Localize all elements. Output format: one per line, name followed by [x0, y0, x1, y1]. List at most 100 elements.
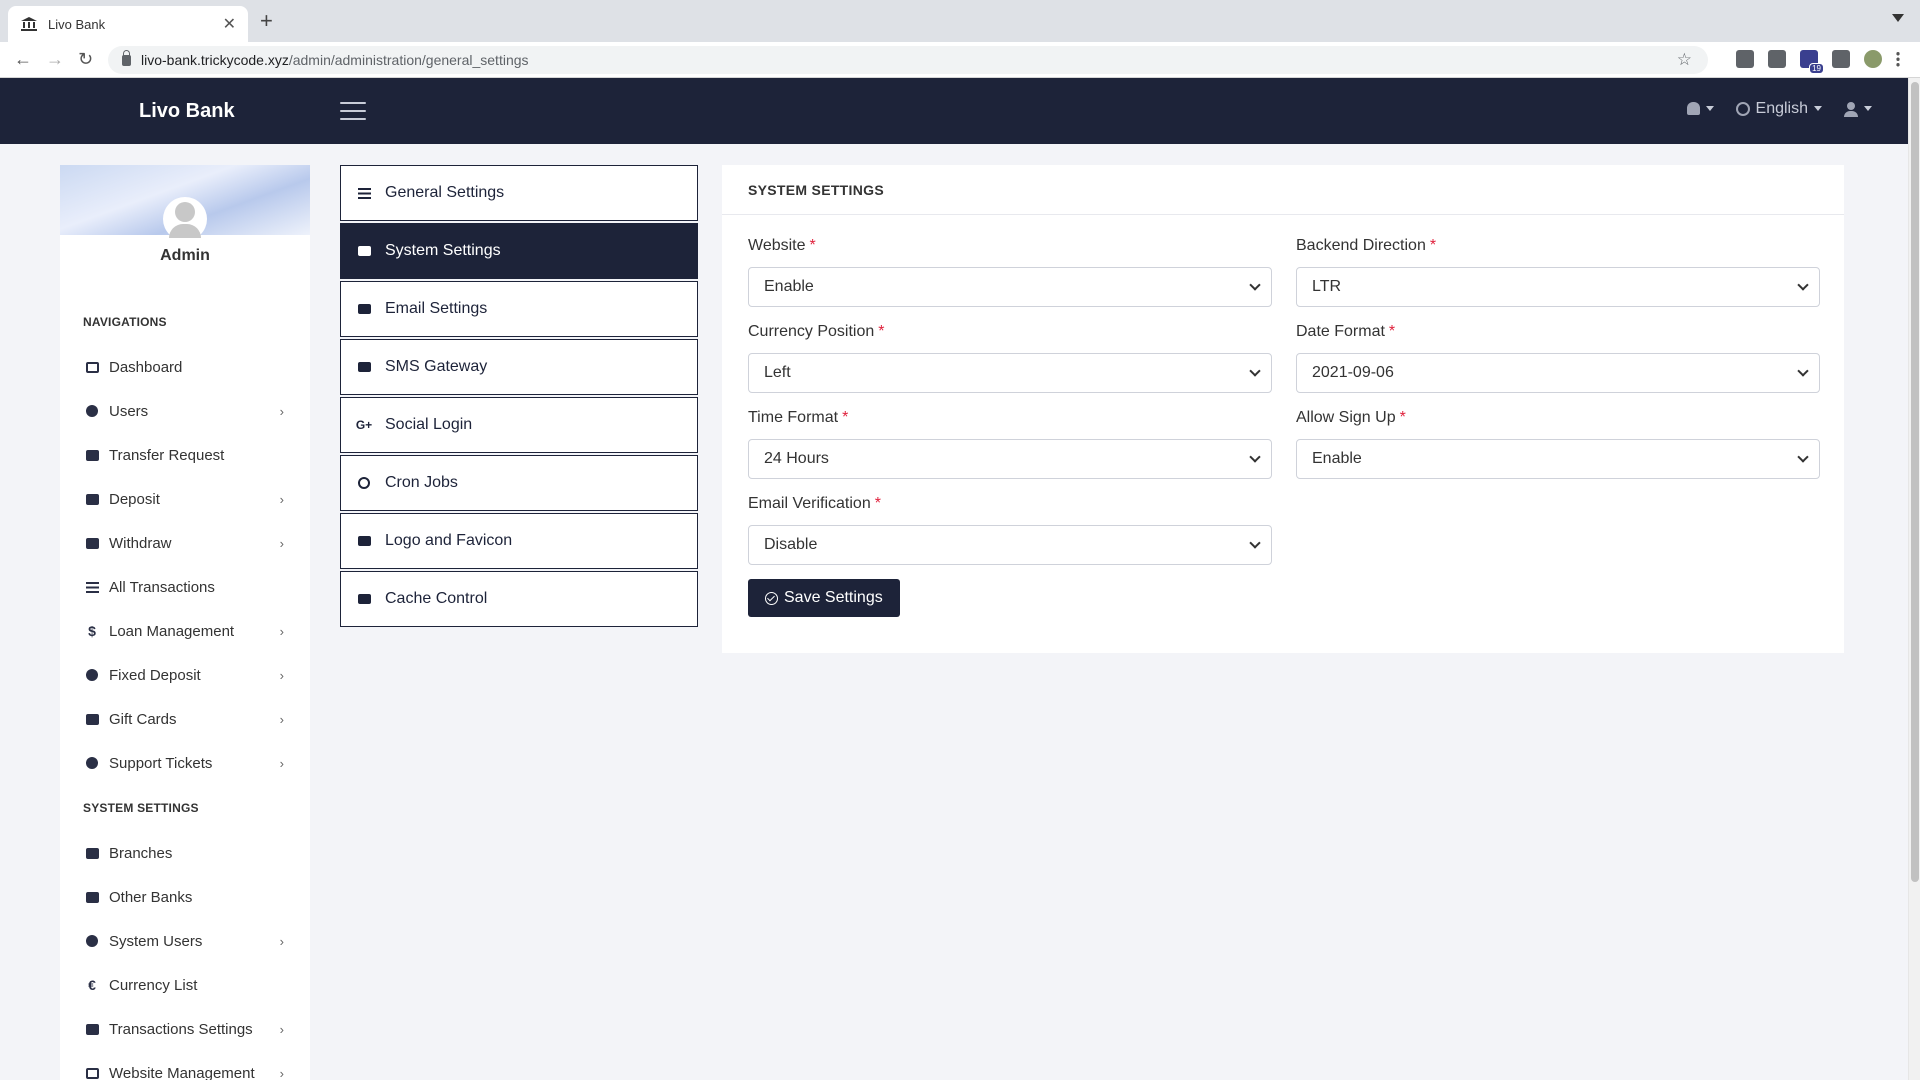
puzzle-extensions-icon[interactable] — [1832, 50, 1850, 68]
settings-tab-cache-control[interactable]: Cache Control — [340, 571, 698, 627]
sidebar-item-label: Branches — [109, 844, 173, 862]
chevron-down-icon — [1797, 451, 1809, 463]
backend-direction-select[interactable]: LTR — [1296, 267, 1820, 307]
reload-icon[interactable]: ↻ — [78, 50, 93, 68]
settings-tab-cron-jobs[interactable]: Cron Jobs — [340, 455, 698, 511]
brand-title[interactable]: Livo Bank — [139, 100, 235, 123]
chevron-down-icon — [1249, 279, 1261, 291]
currency-position-field: Currency Position * Left — [748, 323, 1272, 393]
sidebar-item-system-users[interactable]: System Users › — [60, 919, 310, 963]
sidebar-item-branches[interactable]: Branches — [60, 831, 310, 875]
nav-section-heading: NAVIGATIONS — [83, 315, 167, 329]
sidebar-item-label: Fixed Deposit — [109, 666, 201, 684]
plus-square-icon — [85, 493, 99, 505]
check-circle-icon — [765, 591, 778, 605]
sidebar-item-currency-list[interactable]: € Currency List — [60, 963, 310, 1007]
website-select[interactable]: Enable — [748, 267, 1272, 307]
sidebar-item-label: Users — [109, 402, 149, 420]
sidebar-item-withdraw[interactable]: Withdraw › — [60, 521, 310, 565]
required-mark: * — [874, 495, 881, 512]
support-icon — [85, 757, 99, 769]
sidebar-item-transactions-settings[interactable]: Transactions Settings › — [60, 1007, 310, 1051]
sidebar-item-website-management[interactable]: Website Management › — [60, 1051, 310, 1080]
browser-tabbar: Livo Bank ✕ + — [0, 0, 1920, 42]
scrollbar-thumb[interactable] — [1911, 82, 1919, 882]
lock-icon — [122, 49, 131, 66]
back-icon[interactable]: ← — [14, 50, 32, 68]
page-scrollbar[interactable] — [1908, 78, 1920, 1080]
card-title: SYSTEM SETTINGS — [722, 165, 1844, 215]
desktop-icon — [85, 1067, 99, 1079]
forward-icon[interactable]: → — [46, 50, 64, 68]
browser-tab[interactable]: Livo Bank ✕ — [8, 6, 248, 42]
date-format-value: 2021-09-06 — [1312, 364, 1394, 381]
allow-signup-field: Allow Sign Up * Enable — [1296, 409, 1820, 479]
date-format-label: Date Format — [1296, 323, 1385, 340]
time-format-value: 24 Hours — [764, 450, 829, 467]
admin-name: Admin — [160, 247, 210, 264]
user-dropdown[interactable] — [1844, 100, 1872, 118]
sidebar-item-label: All Transactions — [109, 578, 215, 596]
settings-tab-system-settings[interactable]: System Settings — [340, 223, 698, 279]
settings-tab-label: Cron Jobs — [385, 474, 458, 491]
chevron-down-icon — [1797, 279, 1809, 291]
close-tab-icon[interactable]: ✕ — [223, 14, 236, 34]
globe-icon — [1735, 101, 1750, 116]
camera-extension-icon[interactable] — [1736, 50, 1754, 68]
sidebar-item-gift-cards[interactable]: Gift Cards › — [60, 697, 310, 741]
shield-extension-icon[interactable] — [1800, 50, 1824, 74]
email-verification-field: Email Verification * Disable — [748, 495, 1272, 565]
sidebar-item-support-tickets[interactable]: Support Tickets › — [60, 741, 310, 785]
settings-tab-general-settings[interactable]: General Settings — [340, 165, 698, 221]
browser-menu-icon[interactable] — [1896, 51, 1900, 67]
currency-position-select[interactable]: Left — [748, 353, 1272, 393]
sidebar-item-loan-management[interactable]: $ Loan Management › — [60, 609, 310, 653]
bookmark-star-icon[interactable]: ☆ — [1677, 50, 1692, 70]
allow-signup-select[interactable]: Enable — [1296, 439, 1820, 479]
sidebar-item-label: Gift Cards — [109, 710, 177, 728]
new-tab-icon[interactable]: + — [260, 10, 273, 32]
sidebar-item-other-banks[interactable]: Other Banks — [60, 875, 310, 919]
backend-direction-label: Backend Direction — [1296, 237, 1426, 254]
sidebar-item-deposit[interactable]: Deposit › — [60, 477, 310, 521]
allow-signup-value: Enable — [1312, 450, 1362, 467]
required-mark: * — [1429, 237, 1437, 254]
language-dropdown[interactable]: English — [1735, 100, 1822, 118]
bank-icon — [85, 891, 99, 903]
language-label: English — [1755, 100, 1808, 117]
sidebar-item-users[interactable]: Users › — [60, 389, 310, 433]
settings-tab-social-login[interactable]: G+ Social Login — [340, 397, 698, 453]
sidebar-item-transfer-request[interactable]: Transfer Request — [60, 433, 310, 477]
menu-toggle-icon[interactable] — [340, 102, 366, 120]
sidebar-item-all-transactions[interactable]: All Transactions — [60, 565, 310, 609]
settings-tab-email-settings[interactable]: Email Settings — [340, 281, 698, 337]
euro-icon: € — [88, 977, 96, 993]
tab-search-icon[interactable] — [1892, 14, 1904, 22]
sidebar-item-fixed-deposit[interactable]: Fixed Deposit › — [60, 653, 310, 697]
system-settings-card: SYSTEM SETTINGS Website * Enable Backend … — [722, 165, 1844, 653]
settings-tab-logo-and-favicon[interactable]: Logo and Favicon — [340, 513, 698, 569]
settings-tab-label: General Settings — [385, 184, 505, 201]
time-format-select[interactable]: 24 Hours — [748, 439, 1272, 479]
email-verification-select[interactable]: Disable — [748, 525, 1272, 565]
required-mark: * — [1388, 323, 1396, 340]
settings-tab-sms-gateway[interactable]: SMS Gateway — [340, 339, 698, 395]
system-nav-list: Branches Other Banks System Users › € Currenc… — [60, 831, 310, 1080]
list-icon — [85, 581, 99, 593]
date-format-select[interactable]: 2021-09-06 — [1296, 353, 1820, 393]
address-bar[interactable]: livo-bank.trickycode.xyz/admin/administr… — [108, 46, 1708, 74]
sidebar-item-label: Support Tickets — [109, 754, 213, 772]
required-mark: * — [809, 237, 816, 254]
vue-extension-icon[interactable] — [1768, 50, 1786, 68]
backend-direction-field: Backend Direction * LTR — [1296, 237, 1820, 307]
chevron-right-icon: › — [279, 711, 284, 727]
gift-icon — [85, 713, 99, 725]
extensions-area — [1736, 50, 1900, 74]
notifications-dropdown[interactable] — [1686, 100, 1714, 118]
profile-avatar-icon[interactable] — [1864, 50, 1882, 68]
allow-signup-label: Allow Sign Up — [1296, 409, 1396, 426]
save-settings-button[interactable]: Save Settings — [748, 579, 900, 617]
chevron-down-icon — [1249, 537, 1261, 549]
email-verification-value: Disable — [764, 536, 818, 553]
sidebar-item-dashboard[interactable]: Dashboard — [60, 345, 310, 389]
